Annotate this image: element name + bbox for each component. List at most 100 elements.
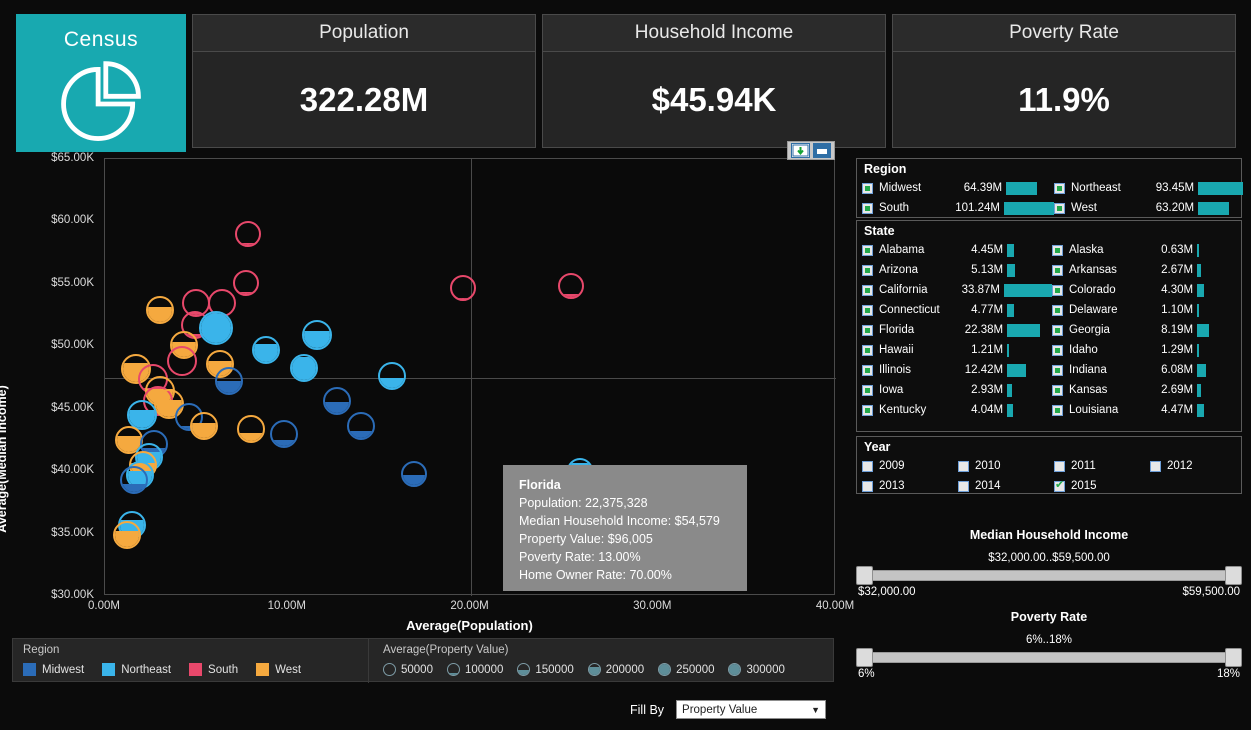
checkbox-hawaii[interactable] — [862, 345, 873, 356]
legend-region-item[interactable]: South — [189, 663, 238, 676]
filter-row[interactable]: California33.87M — [862, 280, 1052, 300]
scatter-bubble[interactable] — [252, 336, 280, 364]
open-window-icon[interactable] — [813, 143, 831, 158]
poverty-slider-handle-max[interactable] — [1225, 648, 1242, 667]
year-filter-row[interactable]: 2012 — [1150, 456, 1246, 476]
scatter-bubble[interactable] — [167, 346, 197, 376]
filter-row[interactable]: Kansas2.69M — [1052, 380, 1242, 400]
filter-row[interactable]: Delaware1.10M — [1052, 300, 1242, 320]
checkbox-colorado[interactable] — [1052, 285, 1063, 296]
fill-by-select[interactable]: Property Value ▼ — [676, 700, 826, 719]
income-slider-track[interactable] — [864, 570, 1234, 581]
poverty-slider-track-wrap[interactable] — [856, 648, 1242, 668]
filter-row[interactable]: Midwest64.39M — [862, 178, 1054, 198]
checkbox-arizona[interactable] — [862, 265, 873, 276]
scatter-bubble[interactable] — [347, 412, 375, 440]
filter-row[interactable]: Louisiana4.47M — [1052, 400, 1242, 420]
checkbox-kansas[interactable] — [1052, 385, 1063, 396]
scatter-bubble[interactable] — [323, 387, 351, 415]
checkbox-idaho[interactable] — [1052, 345, 1063, 356]
checkbox-arkansas[interactable] — [1052, 265, 1063, 276]
scatter-bubble[interactable] — [558, 273, 584, 299]
scatter-bubble[interactable] — [235, 221, 261, 247]
export-download-icon[interactable] — [791, 143, 810, 158]
scatter-bubble[interactable] — [113, 521, 141, 549]
checkbox-alabama[interactable] — [862, 245, 873, 256]
checkbox-indiana[interactable] — [1052, 365, 1063, 376]
legend-region-item[interactable]: Midwest — [23, 663, 84, 676]
checkbox-louisiana[interactable] — [1052, 405, 1063, 416]
filter-row[interactable]: Alaska0.63M — [1052, 240, 1242, 260]
checkbox-illinois[interactable] — [862, 365, 873, 376]
checkbox-northeast[interactable] — [1054, 183, 1065, 194]
filter-row[interactable]: Colorado4.30M — [1052, 280, 1242, 300]
checkbox-kentucky[interactable] — [862, 405, 873, 416]
income-slider-track-wrap[interactable] — [856, 566, 1242, 586]
region-filter-list[interactable]: Midwest64.39MNortheast93.45MSouth101.24M… — [857, 178, 1241, 218]
export-toolbar[interactable] — [787, 141, 835, 160]
filter-row[interactable]: West63.20M — [1054, 198, 1246, 218]
checkbox-connecticut[interactable] — [862, 305, 873, 316]
scatter-bubble[interactable] — [120, 466, 148, 494]
checkbox-2011[interactable] — [1054, 461, 1065, 472]
year-filter-row[interactable]: 2014 — [958, 476, 1054, 496]
checkbox-2014[interactable] — [958, 481, 969, 492]
checkbox-midwest[interactable] — [862, 183, 873, 194]
filter-row[interactable]: Connecticut4.77M — [862, 300, 1052, 320]
scatter-bubble[interactable] — [302, 320, 332, 350]
checkbox-south[interactable] — [862, 203, 873, 214]
filter-row[interactable]: South101.24M — [862, 198, 1054, 218]
year-filter-list[interactable]: 2009201020112012201320142015 — [857, 456, 1241, 496]
checkbox-delaware[interactable] — [1052, 305, 1063, 316]
scatter-bubble[interactable] — [215, 367, 243, 395]
scatter-bubble[interactable] — [146, 296, 174, 324]
checkbox-alaska[interactable] — [1052, 245, 1063, 256]
checkbox-california[interactable] — [862, 285, 873, 296]
poverty-rate-slider[interactable]: Poverty Rate 6%..18% 6% 18% — [856, 610, 1242, 684]
state-filter-list[interactable]: Alabama4.45MAlaska0.63MArizona5.13MArkan… — [857, 240, 1241, 420]
checkbox-iowa[interactable] — [862, 385, 873, 396]
poverty-slider-handle-min[interactable] — [856, 648, 873, 667]
income-slider-handle-max[interactable] — [1225, 566, 1242, 585]
filter-row[interactable]: Kentucky4.04M — [862, 400, 1052, 420]
checkbox-2015[interactable] — [1054, 481, 1065, 492]
scatter-bubble[interactable] — [233, 270, 259, 296]
filter-row[interactable]: Arizona5.13M — [862, 260, 1052, 280]
scatter-bubble[interactable] — [450, 275, 476, 301]
scatter-bubble[interactable] — [401, 461, 427, 487]
filter-row[interactable]: Hawaii1.21M — [862, 340, 1052, 360]
filter-row[interactable]: Georgia8.19M — [1052, 320, 1242, 340]
legend-region-item[interactable]: Northeast — [102, 663, 171, 676]
checkbox-florida[interactable] — [862, 325, 873, 336]
year-filter-row[interactable]: 2011 — [1054, 456, 1150, 476]
income-slider-handle-min[interactable] — [856, 566, 873, 585]
checkbox-2012[interactable] — [1150, 461, 1161, 472]
scatter-bubble[interactable] — [378, 362, 406, 390]
scatter-bubble[interactable] — [290, 354, 318, 382]
checkbox-2010[interactable] — [958, 461, 969, 472]
filter-row[interactable]: Florida22.38M — [862, 320, 1052, 340]
filter-row[interactable]: Alabama4.45M — [862, 240, 1052, 260]
filter-row[interactable]: Northeast93.45M — [1054, 178, 1246, 198]
year-filter-row[interactable]: 2009 — [862, 456, 958, 476]
year-filter-row[interactable]: 2010 — [958, 456, 1054, 476]
legend-region-items[interactable]: Midwest Northeast South West — [23, 663, 319, 676]
scatter-bubble[interactable] — [199, 311, 233, 345]
checkbox-2013[interactable] — [862, 481, 873, 492]
year-filter-row[interactable]: 2015 — [1054, 476, 1150, 496]
filter-row[interactable]: Indiana6.08M — [1052, 360, 1242, 380]
scatter-bubble[interactable] — [237, 415, 265, 443]
scatter-bubble[interactable] — [190, 412, 218, 440]
filter-row[interactable]: Illinois12.42M — [862, 360, 1052, 380]
filter-row[interactable]: Idaho1.29M — [1052, 340, 1242, 360]
filter-row[interactable]: Arkansas2.67M — [1052, 260, 1242, 280]
legend-region-item[interactable]: West — [256, 663, 301, 676]
scatter-bubble[interactable] — [270, 420, 298, 448]
poverty-slider-track[interactable] — [864, 652, 1234, 663]
filter-row[interactable]: Iowa2.93M — [862, 380, 1052, 400]
fill-by-control[interactable]: Fill By Property Value ▼ — [630, 700, 826, 719]
checkbox-georgia[interactable] — [1052, 325, 1063, 336]
checkbox-west[interactable] — [1054, 203, 1065, 214]
checkbox-2009[interactable] — [862, 461, 873, 472]
median-household-income-slider[interactable]: Median Household Income $32,000.00..$59,… — [856, 528, 1242, 602]
